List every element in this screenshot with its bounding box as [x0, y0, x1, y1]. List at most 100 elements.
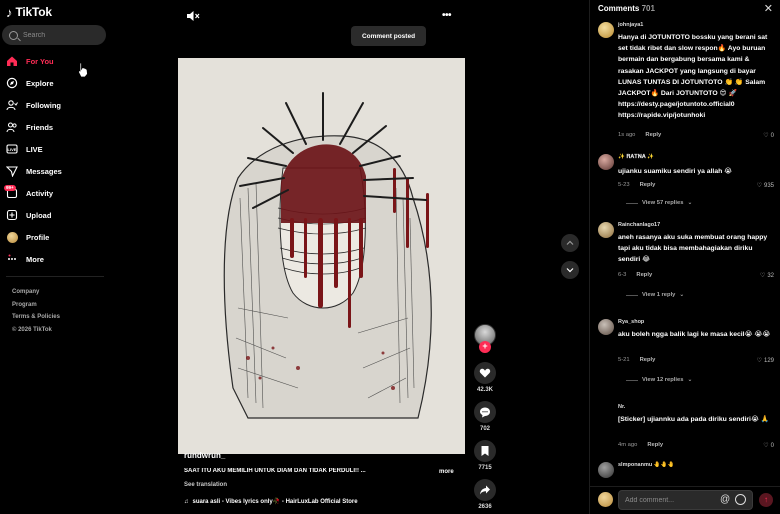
- brand-name: TikTok: [15, 5, 53, 19]
- commenter-avatar[interactable]: [598, 154, 614, 170]
- replies-divider: [626, 294, 638, 296]
- comment-button[interactable]: [474, 401, 496, 423]
- sidebar-item-messages[interactable]: Messages: [0, 160, 112, 182]
- tiktok-logo[interactable]: ♪ TikTok: [6, 4, 52, 20]
- sidebar-item-upload[interactable]: Upload: [0, 204, 112, 226]
- following-icon: [6, 99, 18, 111]
- view-replies-button[interactable]: View 1 reply ⌄: [626, 292, 684, 298]
- mention-icon[interactable]: @: [720, 494, 730, 505]
- comment-text: [Sticker] ujiannku ada pada diriku sendi…: [618, 416, 770, 423]
- commenter-avatar[interactable]: [598, 222, 614, 238]
- video-author[interactable]: rundwrun_: [184, 451, 225, 460]
- next-video-button[interactable]: [561, 261, 579, 279]
- sidebar-item-profile[interactable]: Profile: [0, 226, 112, 248]
- reply-button[interactable]: Reply: [636, 272, 652, 278]
- comment-text: aneh rasanya aku suka membuat orang happ…: [618, 234, 768, 264]
- reply-button[interactable]: Reply: [640, 182, 656, 188]
- view-replies-button[interactable]: View 12 replies ⌄: [626, 377, 692, 383]
- commenter-name[interactable]: ✨ 𝐑𝐀𝐓𝐍𝐀 ✨: [618, 154, 654, 161]
- commenter-avatar[interactable]: [598, 404, 614, 420]
- caption-more-link[interactable]: more: [439, 469, 454, 475]
- activity-badge: 99+: [4, 185, 16, 191]
- send-comment-button[interactable]: ↑: [759, 493, 773, 507]
- see-translation-link[interactable]: See translation: [184, 482, 227, 488]
- chevron-up-icon: [566, 240, 574, 245]
- reply-button[interactable]: Reply: [647, 442, 663, 448]
- sidebar-item-label: Activity: [26, 188, 54, 198]
- comments-count: 701: [641, 4, 655, 13]
- commenter-name[interactable]: Nr.: [618, 404, 625, 410]
- commenter-avatar[interactable]: [598, 22, 614, 38]
- sidebar-item-activity[interactable]: 99+ Activity: [0, 182, 112, 204]
- replies-divider: [626, 202, 638, 204]
- previous-video-button[interactable]: [561, 234, 579, 252]
- comment-like-button[interactable]: ♡ 935: [756, 182, 774, 190]
- search-bar[interactable]: [2, 25, 106, 45]
- comment-like-button[interactable]: ♡ 32: [759, 272, 774, 280]
- video-player[interactable]: [178, 58, 465, 454]
- sidebar-item-live[interactable]: LIVE LIVE: [0, 138, 112, 160]
- close-comments-icon[interactable]: ✕: [764, 2, 773, 15]
- commenter-name[interactable]: johnjaya1: [618, 22, 643, 28]
- commenter-name[interactable]: Rainchanlago17: [618, 222, 660, 228]
- commenter-avatar[interactable]: [598, 319, 614, 335]
- footer-link-terms[interactable]: Terms & Policies: [12, 311, 60, 324]
- sidebar-item-for-you[interactable]: For You: [0, 50, 112, 72]
- commenter-name[interactable]: slmponanmu 🤚🤚🤚: [618, 462, 674, 468]
- search-input[interactable]: [23, 31, 103, 39]
- comment-posted-toast: Comment posted: [351, 26, 426, 46]
- reply-button[interactable]: Reply: [645, 132, 661, 138]
- comment-time: 5-23: [618, 182, 630, 188]
- friends-icon: [6, 121, 18, 133]
- comment-list: johnjaya1 Hanya di JOTUNTOTO bossku yang…: [590, 18, 780, 488]
- comment-like-count: 129: [763, 357, 774, 364]
- profile-avatar-wrap: [6, 231, 18, 243]
- sidebar-item-more[interactable]: More: [0, 248, 112, 270]
- comment-like-button[interactable]: ♡ 0: [763, 442, 774, 450]
- save-button[interactable]: [474, 440, 496, 462]
- like-button[interactable]: [474, 362, 496, 384]
- more-icon: [6, 253, 18, 265]
- comment-meta: 6-3 Reply: [618, 272, 652, 278]
- music-title: suara asli - Vibes lyrics only🥀 - HairLu…: [192, 499, 358, 505]
- comment-input[interactable]: [618, 490, 753, 510]
- music-info[interactable]: ♫ suara asli - Vibes lyrics only🥀 - Hair…: [184, 498, 358, 506]
- emoji-icon[interactable]: [735, 494, 746, 505]
- copyright-text: © 2026 TikTok: [12, 326, 52, 333]
- share-button[interactable]: [474, 479, 496, 501]
- sidebar-item-explore[interactable]: Explore: [0, 72, 112, 94]
- sidebar-item-label: Profile: [26, 232, 50, 242]
- sidebar-item-friends[interactable]: Friends: [0, 116, 112, 138]
- video-options-icon[interactable]: •••: [442, 10, 452, 21]
- music-note-icon: ♫: [184, 498, 189, 505]
- comment-count: 702: [479, 426, 490, 432]
- save-count: 7715: [478, 465, 492, 471]
- view-replies-button[interactable]: View 57 replies ⌄: [626, 200, 692, 206]
- sidebar-item-label: More: [26, 254, 44, 264]
- follow-plus-icon[interactable]: +: [479, 341, 491, 353]
- my-avatar: [598, 492, 613, 507]
- comment-like-button[interactable]: ♡ 0: [763, 132, 774, 140]
- footer-link-company[interactable]: Company: [12, 286, 60, 299]
- sidebar-divider: [6, 276, 104, 277]
- svg-text:LIVE: LIVE: [8, 147, 17, 152]
- heart-outline-icon: ♡: [763, 443, 769, 449]
- footer-link-program[interactable]: Program: [12, 299, 60, 312]
- sidebar-item-label: Messages: [26, 166, 62, 176]
- commenter-avatar[interactable]: [598, 462, 614, 478]
- mute-icon[interactable]: [186, 10, 200, 22]
- video-frame-artwork: [178, 58, 465, 454]
- comment-time: 4m ago: [618, 442, 638, 448]
- comment-like-button[interactable]: ♡ 129: [757, 357, 774, 365]
- sidebar-item-following[interactable]: Following: [0, 94, 112, 116]
- comment-meta: 1s ago Reply: [618, 132, 661, 138]
- heart-outline-icon: ♡: [756, 183, 762, 189]
- share-count: 2636: [478, 504, 492, 510]
- commenter-name[interactable]: Rya_shop: [618, 319, 644, 325]
- reply-button[interactable]: Reply: [640, 357, 656, 363]
- heart-outline-icon: ♡: [763, 133, 769, 139]
- heart-outline-icon: ♡: [759, 273, 766, 279]
- chevron-down-icon: ⌄: [687, 200, 693, 206]
- replies-divider: [626, 379, 638, 381]
- messages-icon: [6, 165, 18, 177]
